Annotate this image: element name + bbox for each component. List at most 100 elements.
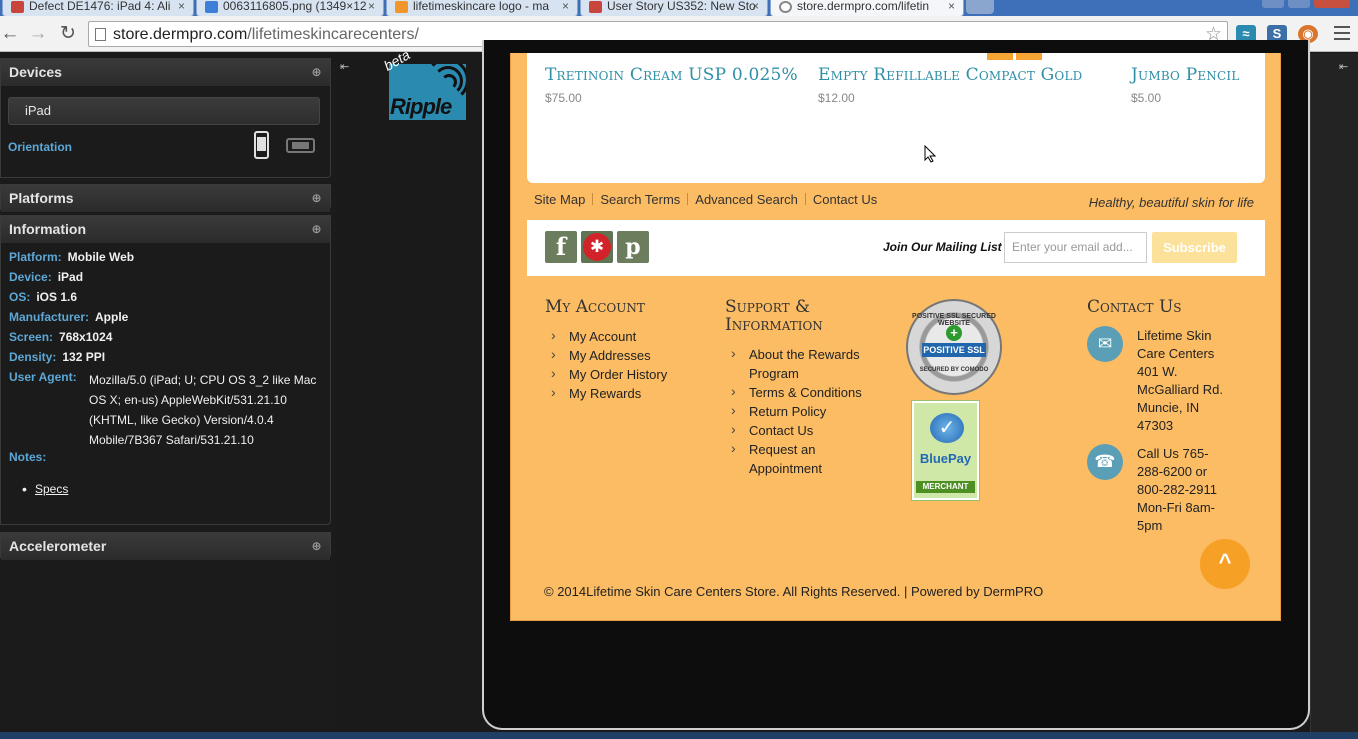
phone-icon: ☎ bbox=[1087, 444, 1123, 480]
close-tab-icon[interactable]: × bbox=[562, 0, 569, 13]
copyright-text: © 2014Lifetime Skin Care Centers Store. … bbox=[544, 584, 1044, 599]
right-panel-gutter bbox=[1310, 53, 1358, 739]
tab-defect[interactable]: Defect DE1476: iPad 4: Ali × bbox=[2, 0, 194, 16]
browser-menu-icon[interactable] bbox=[1334, 26, 1350, 40]
advanced-search-link[interactable]: Advanced Search bbox=[695, 192, 798, 207]
carousel-pager-dot[interactable] bbox=[987, 53, 1013, 60]
collapse-left-panel-icon[interactable]: ⇤ bbox=[340, 60, 349, 73]
os-taskbar bbox=[0, 732, 1358, 739]
dermpro-store-page: Tretinoin Cream USP 0.025% $75.00 Empty … bbox=[510, 53, 1281, 621]
information-header[interactable]: Information ⊕ bbox=[1, 216, 330, 243]
rewards-program-link[interactable]: About the Rewards Program bbox=[725, 344, 885, 383]
mail-icon: ✉ bbox=[1087, 326, 1123, 362]
product-price: $5.00 bbox=[1131, 91, 1162, 105]
yelp-icon[interactable]: ✱ bbox=[581, 231, 613, 263]
user-agent-value: Mozilla/5.0 (iPad; U; CPU OS 3_2 like Ma… bbox=[89, 373, 317, 447]
bluepay-check-icon: ✓ bbox=[930, 413, 964, 443]
email-input[interactable]: Enter your email add... bbox=[1004, 232, 1147, 263]
forward-button[interactable]: → bbox=[28, 24, 48, 44]
expand-icon[interactable]: ⊕ bbox=[311, 540, 322, 552]
specs-link[interactable]: Specs bbox=[22, 481, 69, 497]
info-manufacturer: Manufacturer: Apple bbox=[9, 310, 129, 324]
mailing-list-label: Join Our Mailing List bbox=[883, 240, 1002, 254]
product-name[interactable]: Empty Refillable Compact Gold bbox=[818, 65, 1082, 85]
expand-icon[interactable]: ⊕ bbox=[311, 223, 322, 235]
support-contact-link[interactable]: Contact Us bbox=[725, 420, 885, 440]
my-account-list: My Account My Addresses My Order History… bbox=[545, 326, 705, 403]
positive-ssl-seal[interactable]: POSITIVE SSL SECURED WEBSITE + POSITIVE … bbox=[906, 299, 1002, 395]
rally-icon bbox=[589, 1, 602, 13]
site-map-link[interactable]: Site Map bbox=[534, 192, 585, 207]
user-agent-label: User Agent: bbox=[9, 370, 77, 384]
tab-user-story[interactable]: User Story US352: New Sto × bbox=[580, 0, 768, 16]
reload-button[interactable]: ↻ bbox=[58, 24, 78, 44]
contact-heading: Contact Us bbox=[1087, 297, 1182, 317]
search-terms-link[interactable]: Search Terms bbox=[600, 192, 680, 207]
landscape-orientation-icon[interactable] bbox=[286, 138, 315, 153]
pinterest-icon[interactable]: p bbox=[617, 231, 649, 263]
tab-logo-search[interactable]: lifetimeskincare logo - ma × bbox=[386, 0, 578, 16]
feed-icon bbox=[395, 1, 408, 13]
minimize-button[interactable] bbox=[1262, 0, 1284, 8]
device-select[interactable]: iPad bbox=[8, 97, 320, 125]
info-platform: Platform: Mobile Web bbox=[9, 250, 135, 264]
my-addresses-link[interactable]: My Addresses bbox=[545, 345, 705, 365]
collapse-right-panel-icon[interactable]: ⇤ bbox=[1339, 60, 1348, 73]
return-policy-link[interactable]: Return Policy bbox=[725, 401, 885, 421]
expand-icon[interactable]: ⊕ bbox=[311, 192, 322, 204]
tagline: Healthy, beautiful skin for life bbox=[1088, 195, 1254, 210]
info-device: Device: iPad bbox=[9, 270, 84, 284]
image-icon bbox=[205, 1, 218, 13]
page-icon bbox=[95, 28, 106, 41]
tab-strip: Defect DE1476: iPad 4: Ali × 0063116805.… bbox=[0, 0, 1358, 16]
my-account-link[interactable]: My Account bbox=[545, 326, 705, 346]
order-history-link[interactable]: My Order History bbox=[545, 364, 705, 384]
facebook-icon[interactable]: f bbox=[545, 231, 577, 263]
expand-icon[interactable]: ⊕ bbox=[311, 66, 322, 78]
platforms-header[interactable]: Platforms ⊕ bbox=[1, 185, 330, 212]
terms-conditions-link[interactable]: Terms & Conditions bbox=[725, 382, 885, 402]
social-mailing-bar: f ✱ p Join Our Mailing List Enter your e… bbox=[527, 220, 1265, 276]
info-screen: Screen: 768x1024 bbox=[9, 330, 113, 344]
bluepay-merchant-badge[interactable]: ✓ BluePay MERCHANT bbox=[912, 401, 979, 500]
back-button[interactable]: ← bbox=[0, 24, 20, 44]
url-text: store.dermpro.com/lifetimeskincarecenter… bbox=[113, 26, 419, 43]
orientation-label: Orientation bbox=[8, 140, 73, 154]
subscribe-button[interactable]: Subscribe bbox=[1152, 232, 1237, 263]
footer-links: Site Map Search Terms Advanced Search Conta… bbox=[534, 192, 877, 207]
devices-header[interactable]: Devices ⊕ bbox=[1, 59, 330, 86]
product-price: $75.00 bbox=[545, 91, 582, 105]
accelerometer-panel: Accelerometer ⊕ bbox=[0, 532, 331, 560]
contact-address: Lifetime Skin Care Centers 401 W. McGall… bbox=[1137, 328, 1223, 433]
info-os: OS: iOS 1.6 bbox=[9, 290, 78, 304]
notes-label: Notes: bbox=[9, 450, 47, 464]
maximize-button[interactable] bbox=[1288, 0, 1310, 8]
close-window-button[interactable] bbox=[1314, 0, 1350, 8]
product-price: $12.00 bbox=[818, 91, 855, 105]
ripple-sidebar: Devices ⊕ iPad Orientation Platforms ⊕ I… bbox=[0, 53, 338, 739]
scroll-to-top-button[interactable]: ^ bbox=[1200, 539, 1250, 589]
carousel-pager-dot[interactable] bbox=[1016, 53, 1042, 60]
close-tab-icon[interactable]: × bbox=[368, 0, 375, 13]
close-tab-icon[interactable]: × bbox=[948, 0, 955, 13]
product-item[interactable]: Empty Refillable Compact Gold $12.00 bbox=[818, 65, 1082, 105]
request-appointment-link[interactable]: Request an Appointment bbox=[725, 439, 845, 478]
new-tab-button[interactable] bbox=[966, 0, 994, 14]
product-item[interactable]: Jumbo Pencil $5.00 bbox=[1131, 65, 1240, 105]
accelerometer-header[interactable]: Accelerometer ⊕ bbox=[1, 533, 330, 560]
tab-dermpro-store[interactable]: store.dermpro.com/lifetin × bbox=[770, 0, 964, 16]
close-tab-icon[interactable]: × bbox=[178, 0, 185, 13]
product-name[interactable]: Tretinoin Cream USP 0.025% bbox=[545, 65, 798, 85]
ssl-check-icon: + bbox=[946, 325, 962, 341]
contact-us-link[interactable]: Contact Us bbox=[813, 192, 877, 207]
tab-image[interactable]: 0063116805.png (1349×12 × bbox=[196, 0, 384, 16]
loading-icon bbox=[779, 1, 792, 13]
close-tab-icon[interactable]: × bbox=[752, 0, 759, 13]
my-account-heading: My Account bbox=[545, 297, 645, 317]
product-name[interactable]: Jumbo Pencil bbox=[1131, 65, 1240, 85]
my-rewards-link[interactable]: My Rewards bbox=[545, 383, 705, 403]
mouse-cursor-icon bbox=[924, 145, 936, 163]
product-item[interactable]: Tretinoin Cream USP 0.025% $75.00 bbox=[545, 65, 798, 105]
portrait-orientation-icon[interactable] bbox=[254, 131, 269, 159]
support-list: About the Rewards Program Terms & Condit… bbox=[725, 344, 885, 478]
